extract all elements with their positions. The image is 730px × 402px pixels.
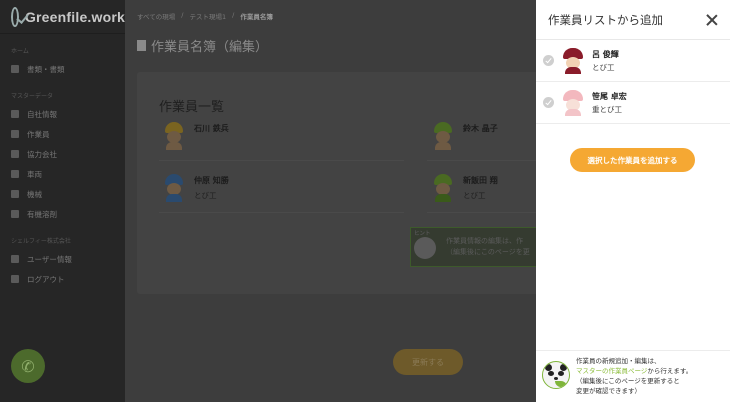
worker-name: 仲原 知勝: [194, 176, 229, 185]
car-icon: [11, 170, 19, 178]
worker-trade: とび工: [194, 191, 217, 200]
logo[interactable]: Greenfile.work: [0, 0, 125, 34]
sidebar-section-home: ホーム: [11, 48, 29, 55]
sidebar-item-label: 車両: [27, 169, 42, 179]
worker-helmet-icon: [164, 174, 184, 202]
worker-helmet-icon: [433, 122, 453, 150]
sidebar-item-partners[interactable]: 協力会社: [0, 144, 125, 164]
worker-trade: [463, 134, 498, 138]
worker-helmet-icon: [164, 122, 184, 150]
add-worker-panel: 作業員リストから追加 呂 俊輝 とび工 笹尾 卓宏 重とび工 選択した作業員を追…: [536, 0, 730, 402]
breadcrumb-item[interactable]: すべての現場: [137, 11, 175, 21]
sidebar-section-master: マスターデータ: [11, 93, 54, 100]
panda-icon: [414, 237, 436, 259]
sidebar-item-vehicles[interactable]: 車両: [0, 164, 125, 184]
checkmark-icon[interactable]: [543, 97, 554, 108]
sidebar-item-label: 有機溶剤: [27, 209, 57, 219]
breadcrumb-item[interactable]: テスト現場1: [190, 11, 227, 21]
card-title: 作業員一覧: [159, 100, 225, 115]
document-icon: [137, 40, 146, 51]
worker-select-row[interactable]: 笹尾 卓宏 重とび工: [536, 82, 730, 124]
sidebar: Greenfile.work ホーム 書類・書類 マスターデータ 自社情報 作業…: [0, 0, 125, 402]
sidebar-item-label: 機械: [27, 189, 42, 199]
breadcrumb: すべての現場 / テスト現場1 / 作業員名簿: [137, 11, 273, 21]
sidebar-item-label: ユーザー情報: [27, 254, 72, 264]
worker-helmet-icon: [562, 89, 584, 116]
divider: [159, 160, 404, 161]
worker-item: 石川 鉄兵: [164, 122, 229, 150]
worker-trade: [194, 134, 229, 138]
hint-box: ヒント 作業員情報の編集は、作 （編集後にこのページを更: [410, 227, 540, 267]
breadcrumb-current: 作業員名簿: [240, 13, 273, 21]
users-icon: [11, 130, 19, 138]
worker-item: 鈴木 晶子: [433, 122, 498, 150]
gear-icon: [11, 190, 19, 198]
company-icon: [11, 150, 19, 158]
footer-text: 作業員の新規追加・編集は、 マスターの作業員ページから行えます。 （編集後にこの…: [576, 357, 693, 396]
main-content-overlay[interactable]: すべての現場 / テスト現場1 / 作業員名簿 作業員名簿（編集） 作業員一覧 …: [125, 0, 557, 402]
worker-trade: とび工: [463, 191, 486, 200]
sidebar-item-logout[interactable]: ログアウト: [0, 269, 125, 289]
panel-header: 作業員リストから追加: [536, 0, 730, 40]
sidebar-item-workers[interactable]: 作業員: [0, 124, 125, 144]
panel-title: 作業員リストから追加: [548, 12, 663, 27]
sidebar-item-documents[interactable]: 書類・書類: [0, 59, 125, 79]
worker-helmet-icon: [433, 174, 453, 202]
worker-name: 鈴木 晶子: [463, 124, 498, 133]
worker-trade: とび工: [592, 62, 615, 72]
worker-name: 呂 俊輝: [592, 49, 619, 59]
building-icon: [11, 110, 19, 118]
update-button[interactable]: 更新する: [393, 349, 463, 375]
hint-label: ヒント: [414, 231, 431, 237]
sidebar-item-label: 自社情報: [27, 109, 57, 119]
sidebar-item-label: 作業員: [27, 129, 50, 139]
sidebar-item-label: 協力会社: [27, 149, 57, 159]
sidebar-item-solvents[interactable]: 有機溶剤: [0, 204, 125, 224]
phone-button[interactable]: ✆: [11, 349, 45, 383]
power-icon: [11, 275, 19, 283]
worker-name: 石川 鉄兵: [194, 124, 229, 133]
worker-trade: 重とび工: [592, 104, 622, 114]
worker-master-link[interactable]: マスターの作業員ページ: [576, 367, 647, 375]
sidebar-item-label: ログアウト: [27, 274, 65, 284]
logo-text: Greenfile.work: [24, 8, 125, 25]
worker-select-row[interactable]: 呂 俊輝 とび工: [536, 40, 730, 82]
checkmark-icon[interactable]: [543, 55, 554, 66]
user-card-icon: [11, 255, 19, 263]
logo-check-icon: [11, 6, 19, 27]
sidebar-item-label: 書類・書類: [27, 64, 65, 74]
worker-name: 笹尾 卓宏: [592, 91, 627, 101]
sidebar-section-account: シェルフィー株式会社: [11, 238, 71, 245]
worker-name: 新飯田 翔: [463, 176, 498, 185]
worker-item: 新飯田 翔 とび工: [433, 174, 498, 202]
panda-icon: [542, 361, 570, 389]
sidebar-item-company-info[interactable]: 自社情報: [0, 104, 125, 124]
sidebar-item-user-info[interactable]: ユーザー情報: [0, 249, 125, 269]
sidebar-item-machines[interactable]: 機械: [0, 184, 125, 204]
panel-footer: 作業員の新規追加・編集は、 マスターの作業員ページから行えます。 （編集後にこの…: [536, 350, 730, 402]
add-selected-workers-button[interactable]: 選択した作業員を追加する: [570, 148, 695, 172]
close-icon[interactable]: [706, 14, 718, 26]
document-icon: [11, 65, 19, 73]
phone-icon: ✆: [21, 356, 35, 376]
flask-icon: [11, 210, 19, 218]
page-title: 作業員名簿（編集）: [137, 36, 268, 55]
worker-helmet-icon: [562, 47, 584, 74]
worker-item: 仲原 知勝 とび工: [164, 174, 229, 202]
divider: [159, 212, 404, 213]
